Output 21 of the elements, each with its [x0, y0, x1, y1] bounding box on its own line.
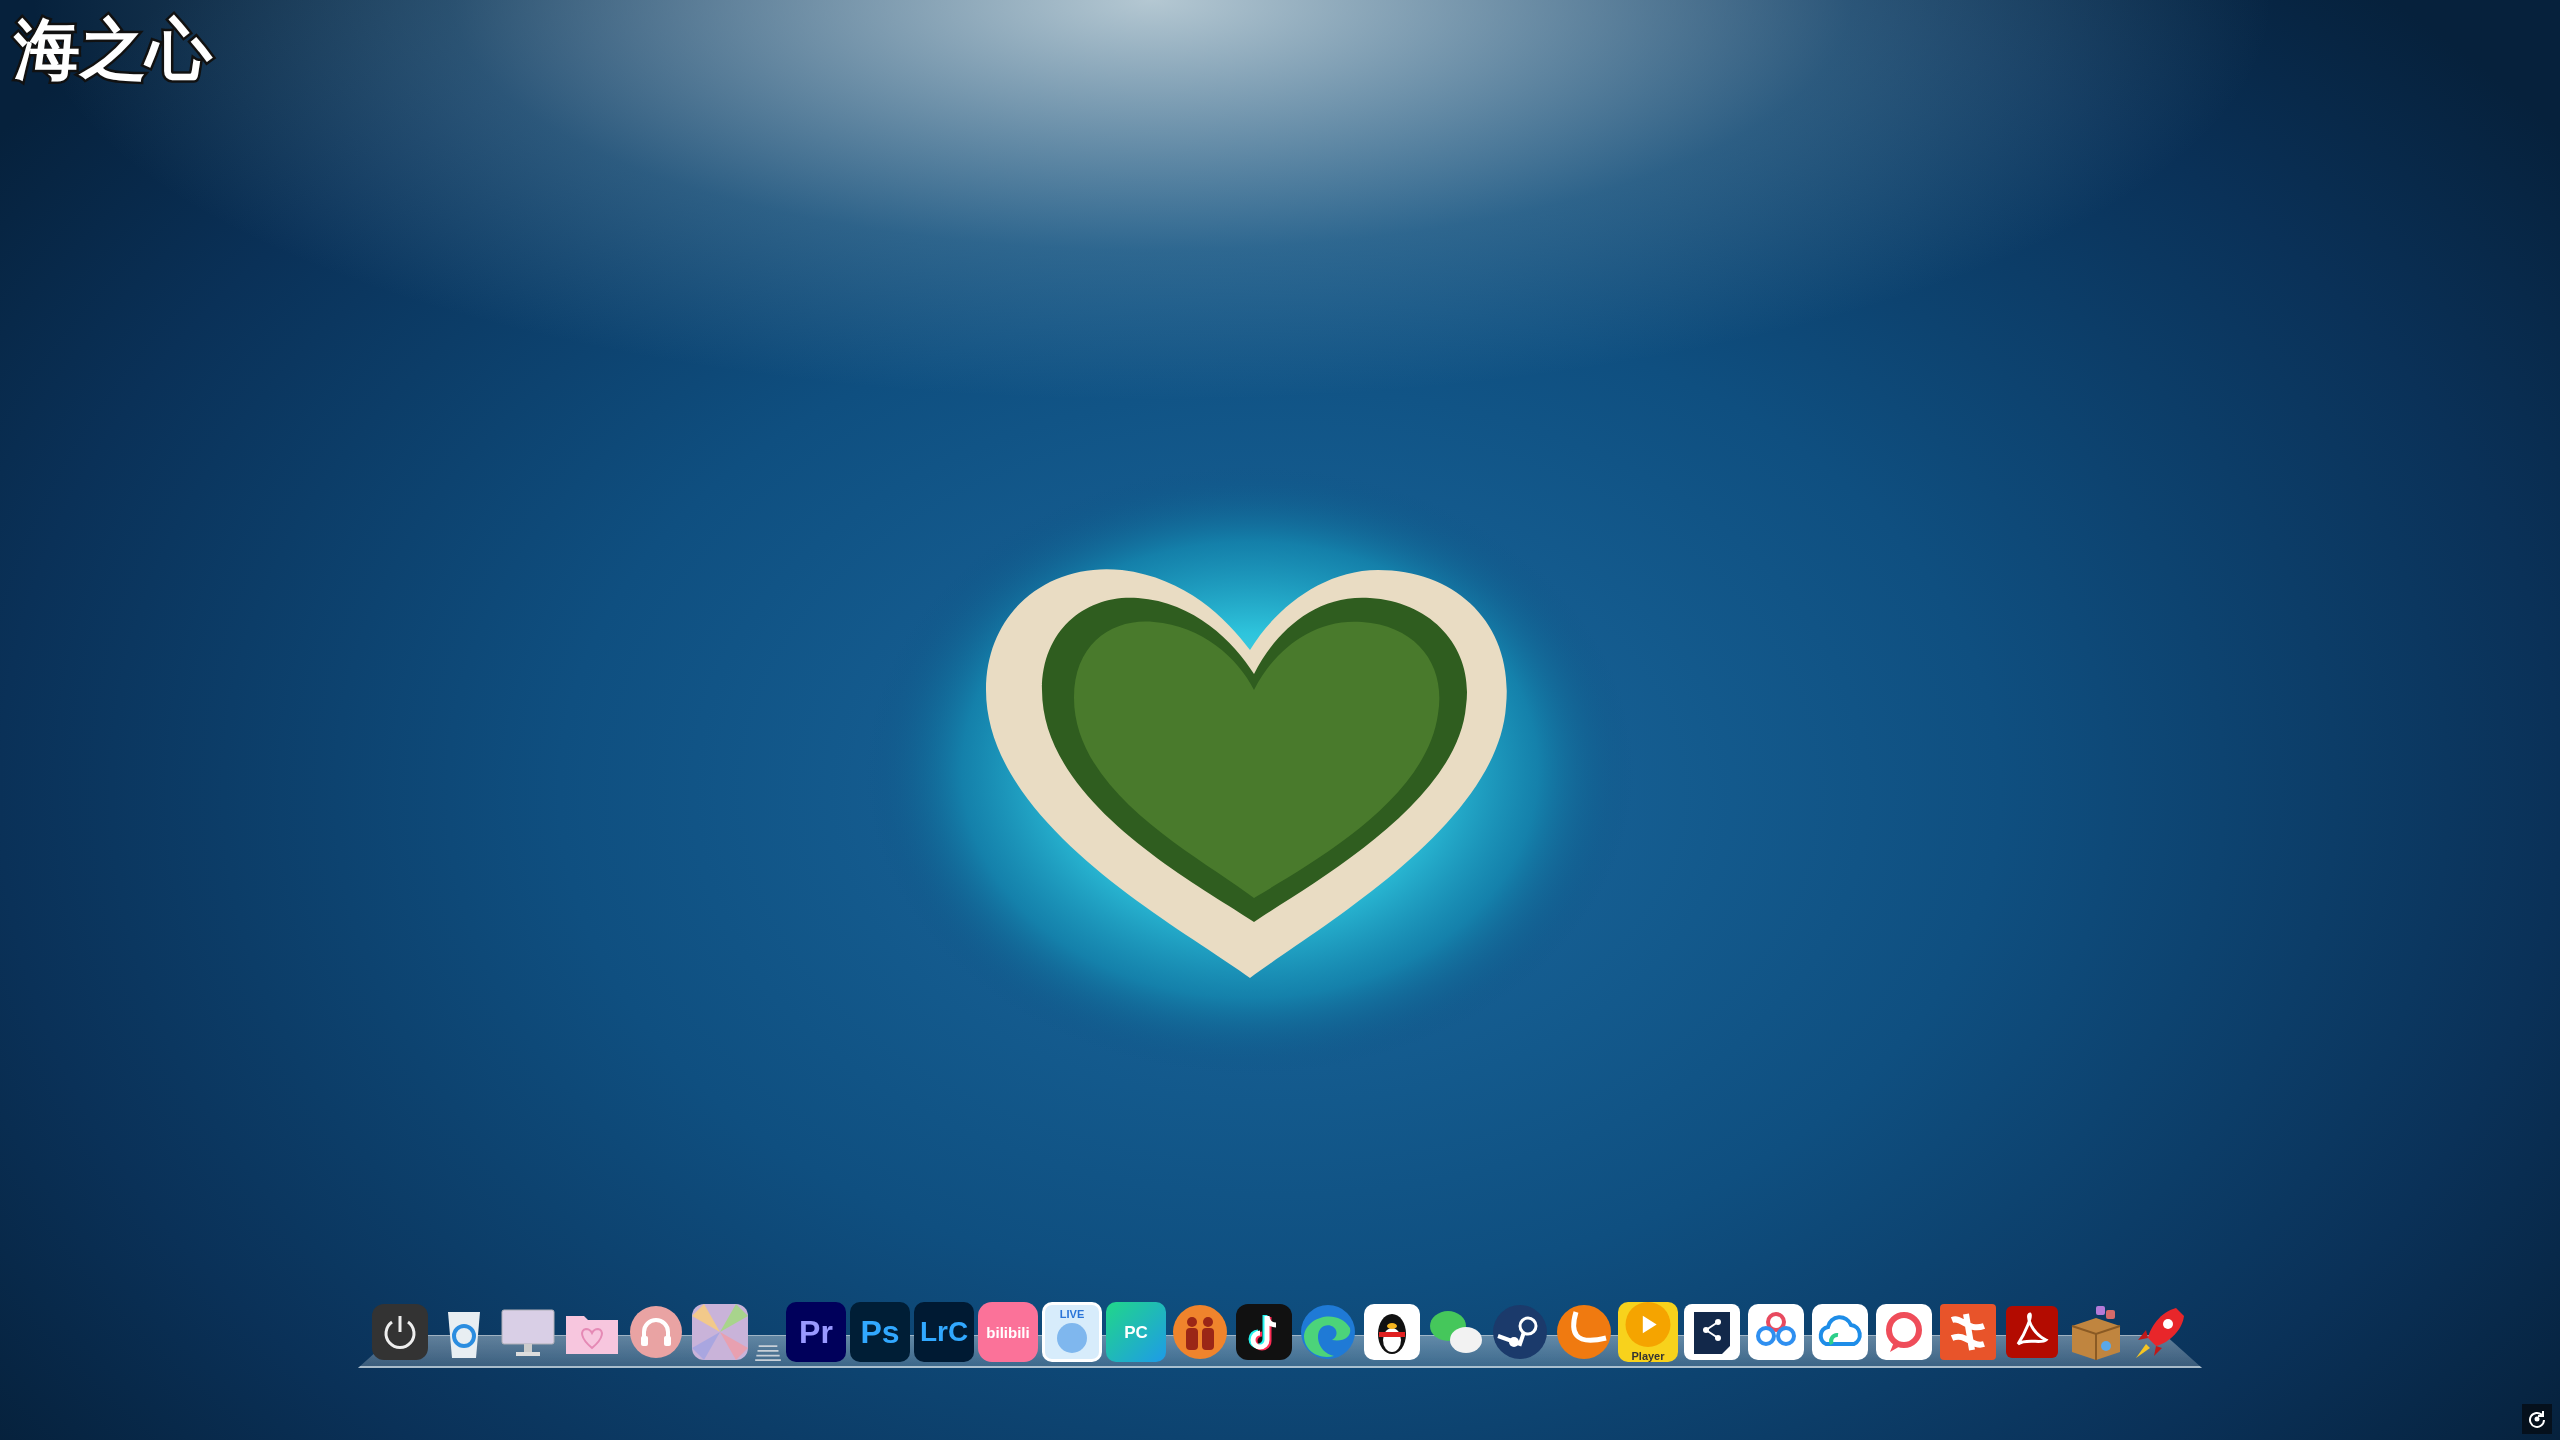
music-note-icon[interactable] [1234, 1302, 1294, 1362]
chat-bubble-icon[interactable] [1874, 1302, 1934, 1362]
app-icon[interactable]: Ps [850, 1302, 910, 1362]
ball-icon[interactable] [1554, 1302, 1614, 1362]
penguin-icon[interactable] [1362, 1302, 1422, 1362]
rotate-icon[interactable] [2522, 1404, 2552, 1434]
power-icon[interactable] [370, 1302, 430, 1362]
cloud-icon[interactable] [1810, 1302, 1870, 1362]
people-icon[interactable] [1170, 1302, 1230, 1362]
app-icon[interactable]: Player [1618, 1302, 1678, 1362]
color-grid-icon[interactable] [690, 1302, 750, 1362]
ribbon-icon[interactable] [1938, 1302, 1998, 1362]
wave-icon[interactable] [1298, 1302, 1358, 1362]
rings-icon[interactable] [1746, 1302, 1806, 1362]
app-icon[interactable]: LrC [914, 1302, 974, 1362]
app-icon[interactable]: Pr [786, 1302, 846, 1362]
steam-icon[interactable] [1490, 1302, 1550, 1362]
stack-icon[interactable] [754, 1342, 782, 1362]
share-nodes-icon[interactable] [1682, 1302, 1742, 1362]
app-icon[interactable]: LIVE [1042, 1302, 1102, 1362]
desktop-title: 海之心 [14, 10, 212, 90]
